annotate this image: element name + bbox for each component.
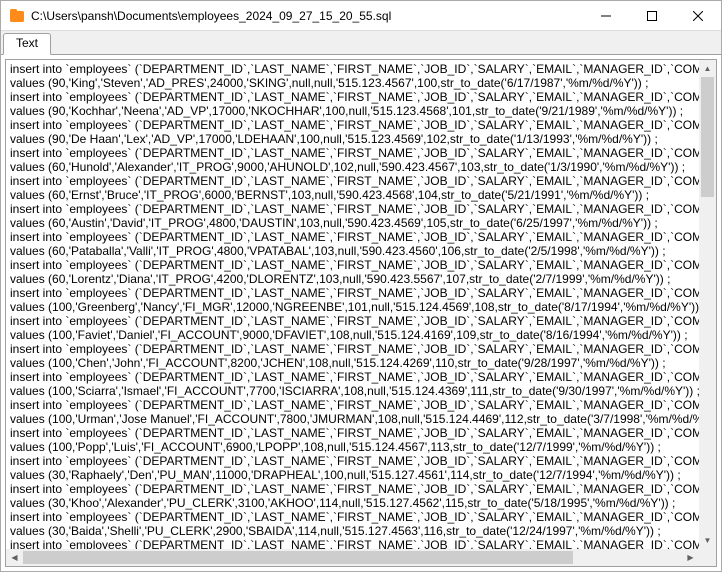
content-panel: insert into `employees` (`DEPARTMENT_ID`… — [5, 59, 717, 567]
sql-line-insert: insert into `employees` (`DEPARTMENT_ID`… — [10, 398, 695, 412]
scroll-up-button[interactable]: ▲ — [699, 60, 716, 77]
sql-line-values: values (60,'Ernst','Bruce','IT_PROG',600… — [10, 188, 695, 202]
sql-line-values: values (60,'Hunold','Alexander','IT_PROG… — [10, 160, 695, 174]
sql-line-insert: insert into `employees` (`DEPARTMENT_ID`… — [10, 454, 695, 468]
sql-line-insert: insert into `employees` (`DEPARTMENT_ID`… — [10, 314, 695, 328]
scroll-left-button[interactable]: ◀ — [6, 549, 23, 566]
horizontal-scroll-track[interactable] — [23, 549, 682, 566]
sql-line-insert: insert into `employees` (`DEPARTMENT_ID`… — [10, 426, 695, 440]
sql-line-values: values (30,'Khoo','Alexander','PU_CLERK'… — [10, 496, 695, 510]
sql-line-values: values (30,'Raphaely','Den','PU_MAN',110… — [10, 468, 695, 482]
sql-line-values: values (100,'Faviet','Daniel','FI_ACCOUN… — [10, 328, 695, 342]
sql-line-values: values (60,'Lorentz','Diana','IT_PROG',4… — [10, 272, 695, 286]
sql-line-insert: insert into `employees` (`DEPARTMENT_ID`… — [10, 118, 695, 132]
window-title: C:\Users\pansh\Documents\employees_2024_… — [31, 9, 583, 23]
sql-text-area[interactable]: insert into `employees` (`DEPARTMENT_ID`… — [6, 60, 699, 549]
maximize-button[interactable] — [629, 1, 675, 30]
sql-line-insert: insert into `employees` (`DEPARTMENT_ID`… — [10, 146, 695, 160]
vertical-scrollbar[interactable]: ▲ ▼ — [699, 60, 716, 549]
tab-text[interactable]: Text — [3, 33, 51, 55]
app-icon — [9, 8, 25, 24]
sql-line-insert: insert into `employees` (`DEPARTMENT_ID`… — [10, 482, 695, 496]
scroll-down-button[interactable]: ▼ — [699, 532, 716, 549]
sql-line-insert: insert into `employees` (`DEPARTMENT_ID`… — [10, 342, 695, 356]
sql-line-insert: insert into `employees` (`DEPARTMENT_ID`… — [10, 174, 695, 188]
horizontal-scrollbar[interactable]: ◀ ▶ — [6, 549, 699, 566]
sql-line-values: values (100,'Greenberg','Nancy','FI_MGR'… — [10, 300, 695, 314]
titlebar[interactable]: C:\Users\pansh\Documents\employees_2024_… — [1, 1, 721, 31]
vertical-scroll-track[interactable] — [699, 77, 716, 532]
scrollbar-corner — [699, 549, 716, 566]
sql-line-values: values (90,'King','Steven','AD_PRES',240… — [10, 76, 695, 90]
app-window: C:\Users\pansh\Documents\employees_2024_… — [0, 0, 722, 572]
window-controls — [583, 1, 721, 30]
sql-line-insert: insert into `employees` (`DEPARTMENT_ID`… — [10, 202, 695, 216]
scroll-right-button[interactable]: ▶ — [682, 549, 699, 566]
sql-line-insert: insert into `employees` (`DEPARTMENT_ID`… — [10, 230, 695, 244]
sql-line-values: values (30,'Baida','Shelli','PU_CLERK',2… — [10, 524, 695, 538]
sql-line-insert: insert into `employees` (`DEPARTMENT_ID`… — [10, 286, 695, 300]
sql-line-values: values (90,'Kochhar','Neena','AD_VP',170… — [10, 104, 695, 118]
sql-line-insert: insert into `employees` (`DEPARTMENT_ID`… — [10, 258, 695, 272]
sql-line-values: values (90,'De Haan','Lex','AD_VP',17000… — [10, 132, 695, 146]
sql-line-values: values (100,'Chen','John','FI_ACCOUNT',8… — [10, 356, 695, 370]
close-button[interactable] — [675, 1, 721, 30]
vertical-scroll-thumb[interactable] — [701, 77, 714, 197]
tab-strip: Text — [1, 31, 721, 55]
sql-line-insert: insert into `employees` (`DEPARTMENT_ID`… — [10, 538, 695, 549]
sql-line-insert: insert into `employees` (`DEPARTMENT_ID`… — [10, 370, 695, 384]
sql-line-insert: insert into `employees` (`DEPARTMENT_ID`… — [10, 62, 695, 76]
sql-line-insert: insert into `employees` (`DEPARTMENT_ID`… — [10, 90, 695, 104]
minimize-button[interactable] — [583, 1, 629, 30]
horizontal-scroll-thumb[interactable] — [23, 551, 573, 564]
sql-line-values: values (60,'Pataballa','Valli','IT_PROG'… — [10, 244, 695, 258]
sql-line-values: values (60,'Austin','David','IT_PROG',48… — [10, 216, 695, 230]
sql-line-insert: insert into `employees` (`DEPARTMENT_ID`… — [10, 510, 695, 524]
sql-line-values: values (100,'Urman','Jose Manuel','FI_AC… — [10, 412, 695, 426]
sql-line-values: values (100,'Popp','Luis','FI_ACCOUNT',6… — [10, 440, 695, 454]
sql-line-values: values (100,'Sciarra','Ismael','FI_ACCOU… — [10, 384, 695, 398]
